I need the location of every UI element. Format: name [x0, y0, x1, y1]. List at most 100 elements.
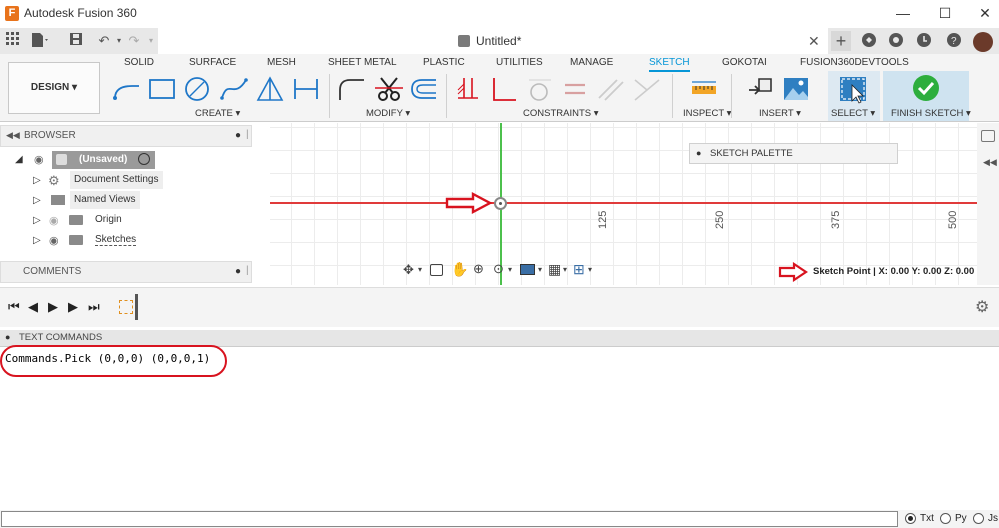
extensions-icon[interactable]	[860, 32, 878, 50]
spline-tool-icon[interactable]	[220, 76, 248, 102]
grid-settings-icon[interactable]: ▦	[548, 261, 561, 278]
select-group[interactable]: SELECT ▾	[828, 71, 880, 121]
offset-tool-icon[interactable]	[410, 76, 438, 102]
tree-item-document-settings[interactable]: ▷ ⚙ Document Settings	[0, 170, 252, 190]
tangent-constraint-icon[interactable]	[525, 76, 553, 102]
dimension-tool-icon[interactable]	[292, 76, 320, 102]
mode-radio-js[interactable]	[973, 513, 984, 524]
expand-icon[interactable]: ▷	[33, 175, 41, 186]
display-dropdown-icon[interactable]: ▾	[538, 265, 542, 274]
tab-gokotai[interactable]: GOKOTAI	[722, 57, 767, 68]
rectangle-tool-icon[interactable]	[148, 76, 176, 102]
new-tab-icon[interactable]: +	[831, 31, 851, 51]
tab-mesh[interactable]: MESH	[267, 57, 296, 68]
tab-plastic[interactable]: PLASTIC	[423, 57, 465, 68]
save-icon[interactable]	[67, 32, 85, 50]
fit-icon[interactable]: ⊙	[493, 261, 504, 277]
go-to-start-icon[interactable]: ⏮	[8, 299, 20, 315]
expand-icon[interactable]: ▷	[33, 235, 41, 246]
measure-tool-icon[interactable]	[690, 76, 718, 102]
viewports-dropdown-icon[interactable]: ▾	[588, 265, 592, 274]
tab-sheet-metal[interactable]: SHEET METAL	[328, 57, 397, 68]
parallel-constraint-icon[interactable]	[597, 76, 625, 102]
select-group-label[interactable]: SELECT ▾	[831, 108, 875, 119]
eye-hidden-icon[interactable]: ◉	[49, 214, 59, 227]
document-tab[interactable]: Untitled* ✕	[158, 28, 828, 54]
close-window-button[interactable]: ✕	[975, 4, 995, 22]
expand-triangle-icon[interactable]: ◢	[15, 154, 23, 165]
tab-manage[interactable]: MANAGE	[570, 57, 613, 68]
command-input[interactable]	[1, 511, 898, 527]
zoom-icon[interactable]: ⊕	[473, 261, 484, 277]
expand-icon[interactable]: ▷	[33, 215, 41, 226]
job-status-icon[interactable]	[887, 32, 905, 50]
timeline-sketch-icon[interactable]	[119, 300, 133, 314]
text-commands-options-icon[interactable]: ●	[5, 332, 10, 342]
zoom-dropdown-icon[interactable]: ▾	[508, 265, 512, 274]
eye-icon[interactable]: ◉	[49, 234, 59, 247]
help-icon[interactable]: ?	[945, 32, 963, 50]
insert-derive-icon[interactable]	[747, 76, 775, 102]
eye-icon[interactable]: ◉	[34, 153, 44, 166]
activate-radio-icon[interactable]	[138, 153, 150, 165]
timeline-settings-gear-icon[interactable]: ⚙	[975, 297, 989, 317]
close-tab-button[interactable]: ✕	[808, 33, 820, 50]
redo-icon[interactable]: ↷	[125, 32, 143, 50]
finish-sketch-button[interactable]: FINISH SKETCH ▾	[883, 71, 971, 121]
insert-group-label[interactable]: INSERT ▾	[759, 108, 801, 119]
minimize-button[interactable]: —	[893, 4, 913, 22]
perpendicular-constraint-icon[interactable]	[490, 76, 518, 102]
tree-item-named-views[interactable]: ▷ Named Views	[0, 190, 252, 210]
file-menu-icon[interactable]	[30, 32, 48, 50]
triangle-tool-icon[interactable]	[256, 76, 284, 102]
step-forward-icon[interactable]: ▶	[68, 299, 78, 315]
step-back-icon[interactable]: ◀	[28, 299, 38, 315]
equal-constraint-icon[interactable]	[561, 76, 589, 102]
maximize-button[interactable]: ☐	[935, 4, 955, 22]
collapse-icon[interactable]: ◀◀	[6, 130, 20, 141]
tab-utilities[interactable]: UTILITIES	[496, 57, 543, 68]
coincident-constraint-icon[interactable]	[456, 76, 484, 102]
symmetry-constraint-icon[interactable]	[633, 76, 661, 102]
sketch-palette[interactable]: ● SKETCH PALETTE	[689, 143, 898, 164]
modify-group-label[interactable]: MODIFY ▾	[366, 108, 410, 119]
mode-radio-py[interactable]	[940, 513, 951, 524]
orbit-icon[interactable]: ✥	[403, 262, 414, 278]
browser-options-icon[interactable]: ●	[235, 130, 241, 141]
comment-icon[interactable]	[981, 130, 995, 142]
pin-icon[interactable]: |	[246, 129, 249, 140]
tab-solid[interactable]: SOLID	[124, 57, 154, 68]
line-tool-icon[interactable]	[112, 76, 140, 102]
play-icon[interactable]: ▶	[48, 299, 58, 315]
inspect-group-label[interactable]: INSPECT ▾	[683, 108, 731, 119]
grid-menu-icon[interactable]	[4, 32, 22, 50]
orbit-dropdown-icon[interactable]: ▾	[418, 265, 422, 274]
tree-root[interactable]: ◢ ◉ (Unsaved)	[0, 150, 252, 170]
constraints-group-label[interactable]: CONSTRAINTS ▾	[523, 108, 599, 119]
fillet-tool-icon[interactable]	[338, 76, 366, 102]
go-to-end-icon[interactable]: ⏭	[88, 299, 100, 315]
viewports-icon[interactable]: ⊞	[573, 261, 585, 278]
workspace-switcher[interactable]: DESIGN ▾	[8, 62, 100, 114]
grid-dropdown-icon[interactable]: ▾	[563, 265, 567, 274]
notifications-icon[interactable]	[915, 32, 933, 50]
mode-radio-txt[interactable]	[905, 513, 916, 524]
tab-fusion360devtools[interactable]: FUSION360DEVTOOLS	[800, 57, 909, 68]
tree-item-sketches[interactable]: ▷ ◉ Sketches	[0, 230, 252, 250]
insert-image-icon[interactable]	[782, 76, 810, 102]
tab-sketch[interactable]: SKETCH	[649, 57, 690, 72]
pin-icon[interactable]: |	[246, 265, 249, 276]
pan-hand-icon[interactable]: ✋	[451, 261, 468, 278]
tree-item-origin[interactable]: ▷ ◉ Origin	[0, 210, 252, 230]
look-at-icon[interactable]	[430, 264, 443, 276]
user-avatar[interactable]	[973, 32, 993, 52]
trim-tool-icon[interactable]	[375, 76, 403, 102]
display-settings-icon[interactable]	[520, 264, 535, 275]
tab-surface[interactable]: SURFACE	[189, 57, 236, 68]
timeline-marker-icon[interactable]	[135, 294, 138, 320]
comments-options-icon[interactable]: ●	[235, 266, 241, 277]
expand-icon[interactable]: ▷	[33, 195, 41, 206]
circle-tool-icon[interactable]	[183, 76, 211, 102]
expand-panel-icon[interactable]: ◀◀	[983, 157, 997, 168]
create-group-label[interactable]: CREATE ▾	[195, 108, 240, 119]
